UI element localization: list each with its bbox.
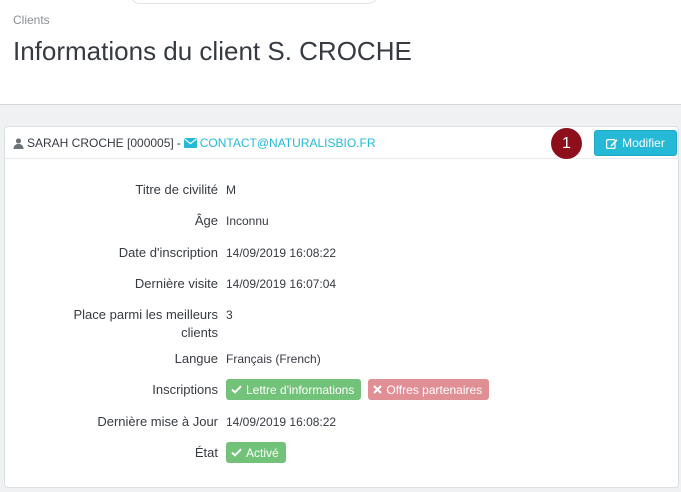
page-title: Informations du client S. CROCHE <box>13 36 412 66</box>
user-icon <box>13 137 24 149</box>
detail-label: Dernière visite <box>134 276 218 291</box>
badge-label: Lettre d'informations <box>246 382 355 397</box>
partner-offers-badge: Offres partenaires <box>368 379 490 400</box>
panel-heading: SARAH CROCHE [000005] - CONTACT@NATURALI… <box>5 127 678 159</box>
check-icon <box>231 448 242 457</box>
badge-label: Offres partenaires <box>386 382 483 397</box>
customer-name: SARAH CROCHE [000005] <box>27 136 174 150</box>
detail-label: Date d'inscription <box>118 245 218 260</box>
detail-label: Place parmi les meilleurs clients <box>73 307 219 340</box>
detail-label: Dernière mise à Jour <box>97 414 218 429</box>
status-badges: Activé <box>226 442 286 463</box>
edit-customer-button[interactable]: Modifier <box>594 130 677 156</box>
detail-label: État <box>194 445 218 460</box>
check-icon <box>231 385 242 394</box>
customer-email-link[interactable]: CONTACT@NATURALISBIO.FR <box>200 136 376 150</box>
detail-label: Titre de civilité <box>135 182 218 197</box>
step-number-badge: 1 <box>551 128 582 159</box>
detail-value: 14/09/2019 16:08:22 <box>226 415 337 429</box>
detail-value: 3 <box>226 308 233 322</box>
detail-value: M <box>226 183 236 197</box>
newsletter-badge: Lettre d'informations <box>226 379 362 400</box>
page-header: Clients Informations du client S. CROCHE <box>0 0 681 105</box>
breadcrumb[interactable]: Clients <box>13 13 50 27</box>
detail-label: Inscriptions <box>152 382 218 397</box>
detail-label: Langue <box>174 351 218 366</box>
top-search-pill[interactable] <box>130 0 378 4</box>
badge-label: Activé <box>246 445 279 460</box>
active-status-badge: Activé <box>226 442 286 463</box>
detail-value: 14/09/2019 16:08:22 <box>226 246 337 260</box>
detail-label: Âge <box>194 213 218 228</box>
customer-info-panel: SARAH CROCHE [000005] - CONTACT@NATURALI… <box>4 126 679 488</box>
edit-button-label: Modifier <box>622 136 665 150</box>
edit-icon <box>606 138 618 149</box>
heading-separator: - <box>176 136 181 150</box>
detail-value: 14/09/2019 16:07:04 <box>226 277 337 291</box>
detail-value: Français (French) <box>226 352 321 366</box>
x-icon <box>373 385 383 394</box>
detail-value: Inconnu <box>226 214 269 228</box>
envelope-icon <box>183 138 197 148</box>
subscription-badges: Lettre d'informations Offres partenaires <box>226 379 490 400</box>
